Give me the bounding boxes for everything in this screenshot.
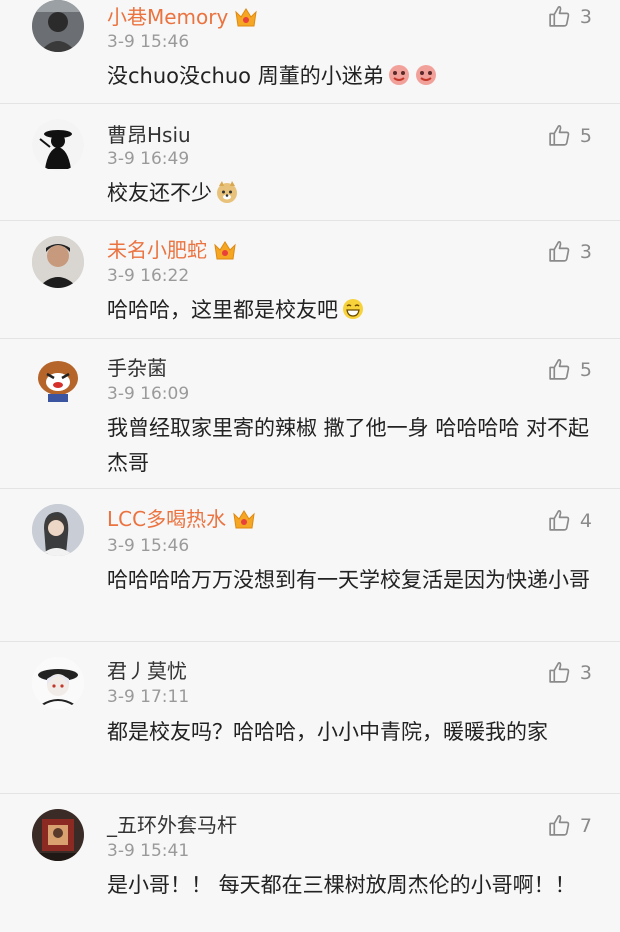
comment-item: LCC多喝热水 3-9 15:46 哈哈哈哈万万没想到有一天学校复活是因为快递小… xyxy=(0,488,620,642)
comment-item: 手杂菌 3-9 16:09 我曾经取家里寄的辣椒 撒了他一身 哈哈哈哈 对不起杰… xyxy=(0,338,620,489)
timestamp: 3-9 16:49 xyxy=(107,149,190,169)
timestamp: 3-9 15:41 xyxy=(107,841,190,861)
username-text: LCC多喝热水 xyxy=(107,507,227,531)
face-icon xyxy=(387,63,411,87)
like-button[interactable]: 5 xyxy=(547,123,592,148)
timestamp: 3-9 16:22 xyxy=(107,266,190,286)
username[interactable]: LCC多喝热水 xyxy=(107,507,256,531)
username-text: 未名小肥蛇 xyxy=(107,238,207,262)
like-count: 3 xyxy=(579,5,592,28)
like-button[interactable]: 4 xyxy=(547,508,592,533)
thumbs-up-icon xyxy=(547,508,572,533)
comment-item: _五环外套马杆 3-9 15:41 是小哥！！ 每天都在三棵树放周杰伦的小哥啊！… xyxy=(0,793,620,932)
timestamp: 3-9 17:11 xyxy=(107,687,190,707)
thumbs-up-icon xyxy=(547,660,572,685)
like-count: 5 xyxy=(579,358,592,381)
avatar[interactable] xyxy=(32,352,84,404)
avatar[interactable] xyxy=(32,236,84,288)
username-text: 君丿莫忧 xyxy=(107,659,187,683)
comment-text: 都是校友吗？哈哈哈，小小中青院，暖暖我的家 xyxy=(107,720,548,744)
avatar[interactable] xyxy=(32,0,84,52)
username[interactable]: _五环外套马杆 xyxy=(107,813,237,837)
like-button[interactable]: 3 xyxy=(547,660,592,685)
comment-text: 是小哥！！ 每天都在三棵树放周杰伦的小哥啊！！ xyxy=(107,873,576,897)
comment-item: 曹昂Hsiu 3-9 16:49 校友还不少 5 xyxy=(0,103,620,221)
comment-item: 未名小肥蛇 3-9 16:22 哈哈哈，这里都是校友吧 3 xyxy=(0,220,620,339)
like-count: 4 xyxy=(579,509,592,532)
username-text: 手杂菌 xyxy=(107,356,167,380)
thumbs-up-icon xyxy=(547,357,572,382)
grin-icon xyxy=(341,297,365,321)
avatar[interactable] xyxy=(32,657,84,709)
timestamp: 3-9 15:46 xyxy=(107,32,190,52)
like-count: 5 xyxy=(579,124,592,147)
username[interactable]: 君丿莫忧 xyxy=(107,659,187,683)
username-text: _五环外套马杆 xyxy=(107,813,237,837)
vip-crown-icon xyxy=(213,239,237,261)
vip-crown-icon xyxy=(234,6,258,28)
thumbs-up-icon xyxy=(547,123,572,148)
thumbs-up-icon xyxy=(547,239,572,264)
username[interactable]: 未名小肥蛇 xyxy=(107,238,237,262)
like-button[interactable]: 7 xyxy=(547,813,592,838)
comment-item: 小巷Memory 3-9 15:46 没chuo没chuo 周董的小迷弟 3 xyxy=(0,0,620,104)
vip-crown-icon xyxy=(232,508,256,530)
comment-text: 哈哈哈，这里都是校友吧 xyxy=(107,293,597,328)
avatar[interactable] xyxy=(32,504,84,556)
like-count: 3 xyxy=(579,661,592,684)
username-text: 曹昂Hsiu xyxy=(107,123,191,147)
username[interactable]: 小巷Memory xyxy=(107,5,258,29)
username[interactable]: 曹昂Hsiu xyxy=(107,123,191,147)
avatar[interactable] xyxy=(32,119,84,171)
username[interactable]: 手杂菌 xyxy=(107,356,167,380)
comment-item: 君丿莫忧 3-9 17:11 都是校友吗？哈哈哈，小小中青院，暖暖我的家 3 xyxy=(0,641,620,794)
comment-text: 哈哈哈哈万万没想到有一天学校复活是因为快递小哥 xyxy=(107,568,590,592)
comment-text: 我曾经取家里寄的辣椒 撒了他一身 哈哈哈哈 对不起杰哥 xyxy=(107,416,590,475)
thumbs-up-icon xyxy=(547,813,572,838)
doge-icon xyxy=(215,180,239,204)
like-button[interactable]: 3 xyxy=(547,4,592,29)
username-text: 小巷Memory xyxy=(107,5,229,29)
like-button[interactable]: 3 xyxy=(547,239,592,264)
comment-text: 校友还不少 xyxy=(107,176,597,211)
face-icon xyxy=(414,63,438,87)
timestamp: 3-9 16:09 xyxy=(107,384,190,404)
like-count: 7 xyxy=(579,814,592,837)
thumbs-up-icon xyxy=(547,4,572,29)
avatar[interactable] xyxy=(32,809,84,861)
timestamp: 3-9 15:46 xyxy=(107,536,190,556)
comment-text: 没chuo没chuo 周董的小迷弟 xyxy=(107,59,597,94)
comment-list: 小巷Memory 3-9 15:46 没chuo没chuo 周董的小迷弟 3 曹… xyxy=(0,0,620,932)
like-button[interactable]: 5 xyxy=(547,357,592,382)
like-count: 3 xyxy=(579,240,592,263)
